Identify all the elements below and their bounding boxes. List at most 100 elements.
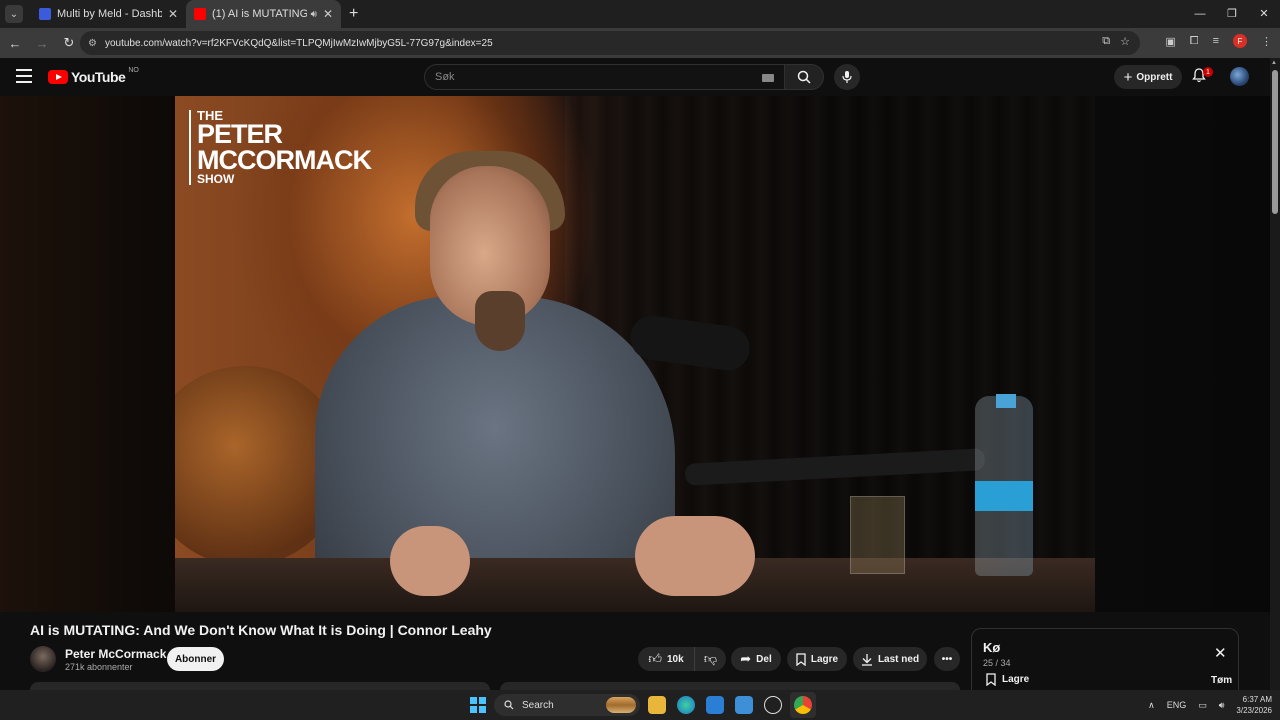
bookmark-icon: [796, 652, 806, 666]
video-bottle-cap: [996, 394, 1016, 408]
show-logo-overlay: THE PETER MCCORMACK SHOW: [189, 109, 372, 186]
profile-avatar[interactable]: F: [1233, 34, 1247, 48]
scroll-up-arrow-icon[interactable]: ▲: [1271, 60, 1277, 66]
video-table: [175, 558, 1095, 612]
tab-youtube-video[interactable]: (1) AI is MUTATING: And We 🔊︎ ✕: [186, 0, 341, 28]
download-icon: [861, 653, 872, 666]
language-indicator[interactable]: ENG: [1167, 700, 1187, 710]
queue-position: 25 / 34: [983, 658, 1011, 668]
new-tab-icon[interactable]: +: [349, 5, 358, 23]
comments-panel-edge[interactable]: [500, 682, 960, 690]
voice-search-button[interactable]: [834, 64, 860, 90]
tab-title: (1) AI is MUTATING: And We: [212, 8, 307, 20]
extension-area: ▣ ⧠ ≡ F ⋮: [1165, 34, 1272, 48]
account-avatar[interactable]: [1230, 67, 1249, 86]
tab-multi-dashboard[interactable]: Multi by Meld - Dashboard. ✕: [31, 0, 186, 28]
search-placeholder: Søk: [435, 71, 455, 83]
channel-name[interactable]: Peter McCormack: [65, 647, 166, 661]
minimize-icon[interactable]: —: [1184, 0, 1216, 28]
like-count: 10k: [666, 653, 684, 665]
video-bottle-label: [975, 481, 1033, 511]
windows-start-icon[interactable]: [470, 697, 486, 713]
volume-icon[interactable]: 🔊︎: [1219, 700, 1225, 711]
share-button[interactable]: ➦ Del: [731, 647, 781, 671]
file-explorer-icon[interactable]: [648, 696, 666, 714]
like-button[interactable]: 👍︎ 10k: [638, 647, 694, 671]
queue-panel: Kø 25 / 34 ✕ Lagre Tøm: [971, 628, 1239, 690]
clock-date: 3/23/2026: [1236, 706, 1272, 715]
audio-playing-icon[interactable]: 🔊︎: [311, 9, 317, 20]
more-actions-button[interactable]: •••: [934, 647, 960, 671]
share-label: Del: [756, 653, 772, 665]
window-controls: — ❐ ✕: [1184, 0, 1280, 28]
extension-icon[interactable]: ▣: [1165, 35, 1175, 48]
chrome-icon[interactable]: [794, 696, 812, 714]
dislike-button[interactable]: 👎︎: [694, 647, 726, 671]
tab-title: Multi by Meld - Dashboard.: [57, 8, 162, 20]
youtube-favicon-icon: [194, 8, 206, 20]
address-bar[interactable]: ⚙ youtube.com/watch?v=rf2KFVcKQdQ&list=T…: [80, 31, 1140, 55]
notification-count-badge: 1: [1203, 67, 1213, 77]
snipping-tool-icon[interactable]: [735, 696, 753, 714]
more-horizontal-icon: •••: [941, 653, 953, 665]
url-text: youtube.com/watch?v=rf2KFVcKQdQ&list=TLP…: [104, 37, 493, 49]
app-with-badge-icon[interactable]: [764, 696, 782, 714]
windows-taskbar: Search ∧ ENG ▭ 🔊︎ 6:37 AM 3/23/2026: [0, 690, 1280, 720]
browser-menu-icon[interactable]: ⋮: [1261, 35, 1272, 48]
taskbar-clock[interactable]: 6:37 AM 3/23/2026: [1236, 694, 1272, 716]
save-label: Lagre: [810, 653, 839, 665]
channel-avatar[interactable]: [30, 646, 56, 672]
bookmark-star-icon[interactable]: ☆: [1120, 35, 1130, 48]
video-glass: [850, 496, 905, 574]
create-label: Opprett: [1136, 71, 1173, 83]
youtube-play-logo-icon: [48, 70, 68, 84]
install-app-icon[interactable]: ⧉: [1102, 35, 1110, 48]
save-button[interactable]: Lagre: [787, 647, 847, 671]
video-speaker-right-hand: [635, 516, 755, 596]
store-app-icon[interactable]: [706, 696, 724, 714]
menu-hamburger-icon[interactable]: [16, 69, 32, 83]
youtube-header: YouTube NO Søk + Opprett: [0, 58, 1270, 96]
browser-tab-bar: ⌄ Multi by Meld - Dashboard. ✕ (1) AI is…: [0, 0, 1280, 28]
forward-arrow-icon[interactable]: →: [30, 36, 54, 51]
keyboard-icon[interactable]: [762, 74, 774, 82]
page-scrollbar[interactable]: ▲: [1270, 58, 1280, 690]
search-button[interactable]: [784, 64, 824, 90]
scrollbar-thumb[interactable]: [1272, 70, 1278, 214]
media-control-icon[interactable]: ≡: [1213, 35, 1219, 47]
video-speaker-beard: [475, 291, 525, 351]
share-arrow-icon: ➦: [740, 651, 752, 666]
browser-toolbar: ← → ↻ ⚙ youtube.com/watch?v=rf2KFVcKQdQ&…: [0, 28, 1280, 58]
queue-save-button[interactable]: Lagre: [986, 673, 1029, 686]
bookmark-icon: [986, 673, 996, 686]
site-info-icon[interactable]: ⚙: [88, 38, 97, 49]
taskbar-search[interactable]: Search: [494, 694, 640, 716]
puzzle-extensions-icon[interactable]: ⧠: [1190, 35, 1199, 48]
network-icon[interactable]: ▭: [1198, 700, 1207, 711]
tray-overflow-chevron-icon[interactable]: ∧: [1148, 700, 1155, 711]
download-button[interactable]: Last ned: [853, 647, 927, 671]
close-tab-icon[interactable]: ✕: [168, 7, 178, 21]
video-player[interactable]: THE PETER MCCORMACK SHOW: [175, 96, 1095, 612]
search-input[interactable]: Søk: [424, 64, 784, 90]
queue-save-label: Lagre: [1002, 674, 1030, 685]
description-panel-edge[interactable]: [30, 682, 490, 690]
close-window-icon[interactable]: ✕: [1248, 0, 1280, 28]
back-arrow-icon[interactable]: ←: [3, 36, 27, 51]
tab-search-button[interactable]: ⌄: [5, 5, 23, 23]
search-highlight-burger-icon: [606, 697, 636, 713]
system-tray: ∧ ENG ▭ 🔊︎ 6:37 AM 3/23/2026: [1148, 690, 1272, 720]
restore-icon[interactable]: ❐: [1216, 0, 1248, 28]
youtube-logo[interactable]: YouTube NO: [48, 67, 139, 85]
close-tab-icon[interactable]: ✕: [323, 7, 333, 21]
microphone-icon: [842, 71, 852, 83]
reload-icon[interactable]: ↻: [57, 35, 81, 51]
create-button[interactable]: + Opprett: [1114, 65, 1182, 89]
meld-favicon-icon: [39, 8, 51, 20]
edge-browser-icon[interactable]: [677, 696, 695, 714]
video-title: AI is MUTATING: And We Don't Know What I…: [30, 622, 492, 638]
close-queue-icon[interactable]: ✕: [1214, 644, 1227, 662]
queue-clear-button[interactable]: Tøm: [1211, 675, 1232, 686]
subscribe-button[interactable]: Abonner: [167, 647, 224, 671]
show-logo-line: MCCORMACK: [197, 144, 372, 175]
